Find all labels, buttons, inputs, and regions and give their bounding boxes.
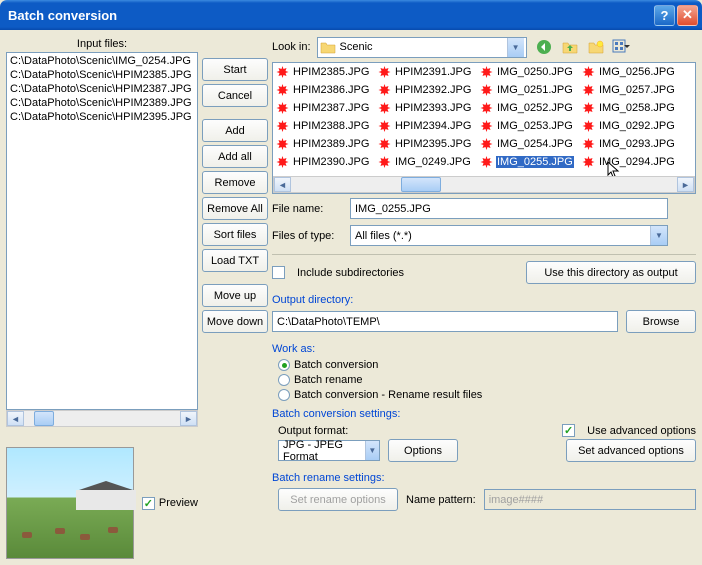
include-sub-label: Include subdirectories <box>297 267 404 279</box>
file-item[interactable]: IMG_0249.JPG <box>375 153 477 171</box>
scroll-thumb[interactable] <box>34 411 54 426</box>
folder-icon <box>320 40 336 54</box>
chevron-down-icon[interactable]: ▼ <box>507 38 524 57</box>
help-button[interactable]: ? <box>654 5 675 26</box>
file-item[interactable]: IMG_0258.JPG <box>579 99 681 117</box>
file-item[interactable]: IMG_0251.JPG <box>477 81 579 99</box>
preview-checkbox[interactable] <box>142 497 155 510</box>
input-file-item[interactable]: C:\DataPhoto\Scenic\HPIM2385.JPG <box>8 68 196 82</box>
add-all-button[interactable]: Add all <box>202 145 268 168</box>
work-as-option-label: Batch conversion - Rename result files <box>294 389 482 401</box>
file-item[interactable]: HPIM2385.JPG <box>273 63 375 81</box>
move-up-button[interactable]: Move up <box>202 284 268 307</box>
file-item[interactable]: HPIM2394.JPG <box>375 117 477 135</box>
file-item[interactable]: HPIM2391.JPG <box>375 63 477 81</box>
browser-hscroll[interactable]: ◄ ► <box>273 176 695 193</box>
input-files-label: Input files: <box>6 36 198 52</box>
filename-input[interactable]: IMG_0255.JPG <box>350 198 668 219</box>
input-file-item[interactable]: C:\DataPhoto\Scenic\HPIM2387.JPG <box>8 82 196 96</box>
chevron-down-icon[interactable]: ▼ <box>650 226 667 245</box>
file-item[interactable]: IMG_0256.JPG <box>579 63 681 81</box>
work-as-radio[interactable] <box>278 389 290 401</box>
scroll-left-icon[interactable]: ◄ <box>274 177 291 192</box>
input-hscroll[interactable]: ◄ ► <box>6 410 198 427</box>
work-as-radio[interactable] <box>278 359 290 371</box>
file-item[interactable]: IMG_0292.JPG <box>579 117 681 135</box>
use-advanced-label: Use advanced options <box>587 425 696 437</box>
file-item[interactable]: HPIM2388.JPG <box>273 117 375 135</box>
use-advanced-checkbox[interactable] <box>562 424 575 437</box>
filename-label: File name: <box>272 203 342 215</box>
output-format-select[interactable]: JPG - JPEG Format ▼ <box>278 440 380 461</box>
filetype-label: Files of type: <box>272 230 342 242</box>
output-dir-input[interactable]: C:\DataPhoto\TEMP\ <box>272 311 618 332</box>
move-down-button[interactable]: Move down <box>202 310 268 333</box>
look-in-combo[interactable]: Scenic ▼ <box>317 37 527 58</box>
scroll-right-icon[interactable]: ► <box>677 177 694 192</box>
work-as-option-label: Batch conversion <box>294 359 378 371</box>
format-options-button[interactable]: Options <box>388 439 458 462</box>
add-button[interactable]: Add <box>202 119 268 142</box>
scroll-thumb[interactable] <box>401 177 441 192</box>
browse-button[interactable]: Browse <box>626 310 696 333</box>
start-button[interactable]: Start <box>202 58 268 81</box>
input-files-list[interactable]: C:\DataPhoto\Scenic\IMG_0254.JPGC:\DataP… <box>6 52 198 410</box>
file-item[interactable]: IMG_0253.JPG <box>477 117 579 135</box>
preview-label: Preview <box>159 497 198 509</box>
remove-all-button[interactable]: Remove All <box>202 197 268 220</box>
input-file-item[interactable]: C:\DataPhoto\Scenic\HPIM2389.JPG <box>8 96 196 110</box>
file-item[interactable]: IMG_0252.JPG <box>477 99 579 117</box>
preview-thumbnail <box>6 447 134 559</box>
output-format-label: Output format: <box>278 425 348 437</box>
brs-label: Batch rename settings: <box>272 472 696 484</box>
file-item[interactable]: HPIM2389.JPG <box>273 135 375 153</box>
file-item[interactable]: HPIM2386.JPG <box>273 81 375 99</box>
input-file-item[interactable]: C:\DataPhoto\Scenic\IMG_0254.JPG <box>8 54 196 68</box>
file-item[interactable]: HPIM2390.JPG <box>273 153 375 171</box>
cancel-button[interactable]: Cancel <box>202 84 268 107</box>
back-icon[interactable] <box>533 36 555 58</box>
chevron-down-icon[interactable]: ▼ <box>365 441 379 460</box>
file-item[interactable]: HPIM2387.JPG <box>273 99 375 117</box>
name-pattern-label: Name pattern: <box>406 494 476 506</box>
include-sub-checkbox[interactable] <box>272 266 285 279</box>
file-item[interactable]: HPIM2393.JPG <box>375 99 477 117</box>
file-item[interactable]: HPIM2392.JPG <box>375 81 477 99</box>
file-item[interactable]: IMG_0293.JPG <box>579 135 681 153</box>
file-browser[interactable]: HPIM2385.JPGHPIM2386.JPGHPIM2387.JPGHPIM… <box>272 62 696 194</box>
up-folder-icon[interactable] <box>559 36 581 58</box>
titlebar: Batch conversion ? ✕ <box>0 0 702 30</box>
close-button[interactable]: ✕ <box>677 5 698 26</box>
set-rename-button: Set rename options <box>278 488 398 511</box>
input-file-item[interactable]: C:\DataPhoto\Scenic\HPIM2395.JPG <box>8 110 196 124</box>
work-as-option-label: Batch rename <box>294 374 362 386</box>
scroll-right-icon[interactable]: ► <box>180 411 197 426</box>
work-as-radio[interactable] <box>278 374 290 386</box>
sort-files-button[interactable]: Sort files <box>202 223 268 246</box>
view-menu-icon[interactable] <box>611 36 633 58</box>
file-item[interactable]: IMG_0250.JPG <box>477 63 579 81</box>
file-item[interactable]: IMG_0257.JPG <box>579 81 681 99</box>
file-item[interactable]: IMG_0294.JPG <box>579 153 681 171</box>
file-item[interactable]: IMG_0255.JPG <box>477 153 579 171</box>
name-pattern-input: image#### <box>484 489 696 510</box>
remove-button[interactable]: Remove <box>202 171 268 194</box>
set-advanced-button[interactable]: Set advanced options <box>566 439 696 462</box>
load-txt-button[interactable]: Load TXT <box>202 249 268 272</box>
bcs-label: Batch conversion settings: <box>272 408 696 420</box>
use-directory-button[interactable]: Use this directory as output <box>526 261 696 284</box>
scroll-left-icon[interactable]: ◄ <box>7 411 24 426</box>
file-item[interactable]: HPIM2395.JPG <box>375 135 477 153</box>
output-dir-label: Output directory: <box>272 294 696 306</box>
new-folder-icon[interactable] <box>585 36 607 58</box>
look-in-label: Look in: <box>272 41 311 53</box>
window-title: Batch conversion <box>8 8 654 23</box>
file-item[interactable]: IMG_0254.JPG <box>477 135 579 153</box>
work-as-label: Work as: <box>272 343 696 355</box>
filetype-select[interactable]: All files (*.*) ▼ <box>350 225 668 246</box>
